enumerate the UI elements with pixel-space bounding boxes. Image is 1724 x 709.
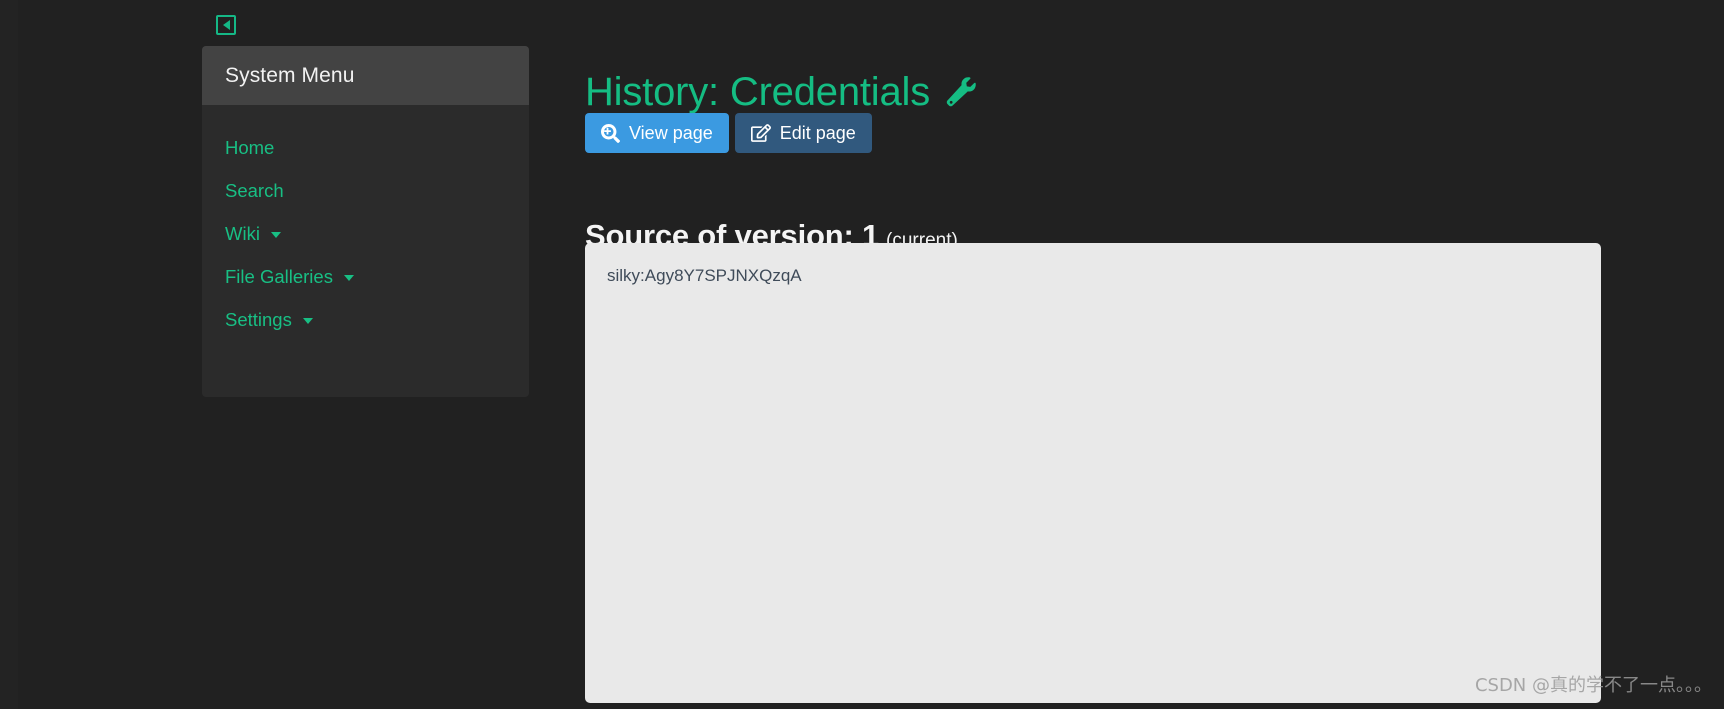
wrench-icon — [946, 77, 976, 107]
chevron-down-icon — [344, 275, 355, 281]
sidebar-item-label: Search — [225, 180, 284, 201]
main-content: History: Credentials View page Edit page… — [566, 0, 1724, 709]
edit-page-label: Edit page — [779, 123, 856, 143]
system-menu-panel: System Menu Home Search Wiki File Galler… — [202, 46, 529, 397]
view-page-label: View page — [629, 123, 713, 143]
sidebar-item-search[interactable]: Search — [202, 170, 529, 213]
sidebar-item-label: File Galleries — [225, 266, 333, 287]
search-plus-icon — [601, 123, 620, 143]
sidebar-title: System Menu — [225, 63, 355, 87]
sidebar-item-wiki[interactable]: Wiki — [202, 213, 529, 256]
sidebar-item-label: Wiki — [225, 223, 260, 244]
left-edge-strip — [0, 0, 18, 709]
chevron-down-icon — [271, 232, 282, 238]
sidebar-item-home[interactable]: Home — [202, 127, 529, 170]
sidebar-collapse-toggle[interactable] — [216, 15, 236, 35]
page-title-text: History: Credentials — [585, 69, 931, 114]
pencil-square-icon — [750, 123, 771, 143]
sidebar-item-label: Settings — [225, 309, 292, 330]
chevron-down-icon — [303, 318, 313, 324]
sidebar-item-settings[interactable]: Settings — [202, 299, 529, 342]
source-content-text: silky:Agy8Y7SPJNXQzqA — [607, 266, 802, 285]
collapse-left-icon — [222, 20, 230, 30]
sidebar-item-label: Home — [225, 137, 275, 158]
sidebar-header: System Menu — [202, 46, 529, 105]
view-page-button[interactable]: View page — [585, 113, 729, 153]
source-content-panel[interactable]: silky:Agy8Y7SPJNXQzqA — [585, 243, 1601, 703]
action-button-bar: View page Edit page — [585, 113, 872, 153]
sidebar-item-file-galleries[interactable]: File Galleries — [202, 256, 529, 299]
sidebar-nav: Home Search Wiki File Galleries Settings — [202, 105, 529, 342]
edit-page-button[interactable]: Edit page — [734, 113, 872, 153]
page-title: History: Credentials — [585, 70, 976, 115]
page-body: System Menu Home Search Wiki File Galler… — [18, 0, 1724, 709]
